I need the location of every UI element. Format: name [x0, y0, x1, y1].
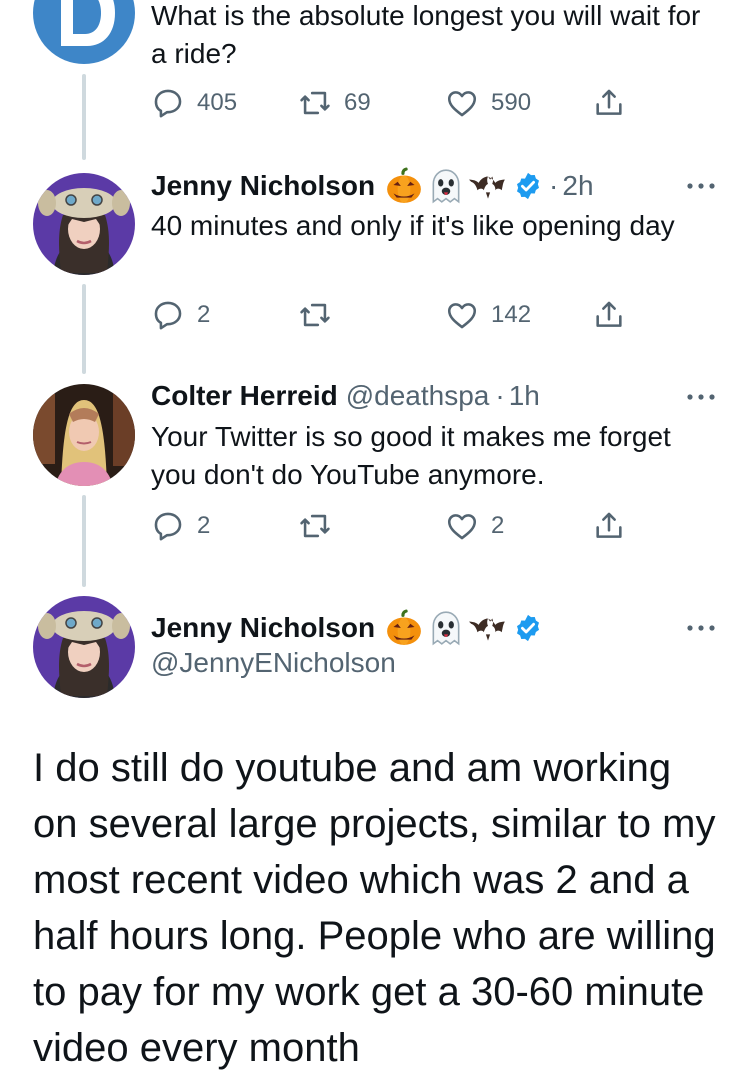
tweet-text: I do still do youtube and am working on …: [33, 746, 716, 1070]
tweet-header: Colter Herreid @deathspa · 1h: [151, 380, 540, 412]
heart-icon: [445, 509, 479, 543]
tweet-text: What is the absolute longest you will wa…: [151, 0, 701, 69]
heart-icon: [445, 86, 479, 120]
tweet-header: Jenny Nicholson: [151, 609, 543, 647]
profile-photo: [33, 384, 135, 486]
avatar[interactable]: [33, 0, 135, 64]
share-button[interactable]: [592, 509, 626, 543]
like-count: 2: [491, 512, 505, 539]
profile-photo: [33, 596, 135, 698]
like-button[interactable]: 590: [445, 86, 531, 120]
reply-icon: [151, 298, 185, 332]
avatar[interactable]: [33, 173, 135, 275]
reply-button[interactable]: 2: [151, 509, 210, 543]
reply-icon: [151, 509, 185, 543]
reply-icon: [151, 86, 185, 120]
retweet-count: 69: [344, 89, 371, 116]
like-button[interactable]: 2: [445, 509, 504, 543]
thread-connector: [82, 74, 86, 160]
user-handle[interactable]: @JennyENicholson: [151, 647, 396, 679]
verified-badge-icon: [513, 613, 543, 643]
avatar[interactable]: [33, 596, 135, 698]
profile-photo: [33, 173, 135, 275]
display-name[interactable]: Jenny Nicholson: [151, 612, 375, 644]
jack-o-lantern-icon: [385, 167, 423, 205]
thread-connector: [82, 495, 86, 587]
retweet-button[interactable]: 69: [298, 86, 371, 120]
retweet-button[interactable]: [298, 298, 344, 332]
retweet-icon: [298, 509, 332, 543]
display-name[interactable]: Jenny Nicholson: [151, 170, 375, 202]
display-name[interactable]: Colter Herreid: [151, 380, 338, 412]
share-icon: [592, 298, 626, 332]
more-options-icon[interactable]: [686, 182, 716, 190]
share-button[interactable]: [592, 86, 626, 120]
share-button[interactable]: [592, 298, 626, 332]
bat-icon: [469, 609, 507, 647]
tweet-time[interactable]: 2h: [562, 170, 593, 202]
retweet-icon: [298, 86, 332, 120]
verified-badge-icon: [513, 171, 543, 201]
heart-icon: [445, 298, 479, 332]
avatar[interactable]: [33, 384, 135, 486]
ghost-icon: [427, 609, 465, 647]
more-options-icon[interactable]: [686, 624, 716, 632]
reply-count: 2: [197, 512, 211, 539]
like-button[interactable]: 142: [445, 298, 531, 332]
thread-connector: [82, 284, 86, 374]
like-count: 142: [491, 301, 532, 328]
share-icon: [592, 509, 626, 543]
jack-o-lantern-icon: [385, 609, 423, 647]
ghost-icon: [427, 167, 465, 205]
separator-dot: ·: [549, 170, 559, 201]
tweet-text: 40 minutes and only if it's like opening…: [151, 210, 675, 241]
retweet-button[interactable]: [298, 509, 344, 543]
reply-button[interactable]: 405: [151, 86, 237, 120]
more-options-icon[interactable]: [686, 393, 716, 401]
reply-count: 405: [197, 89, 238, 116]
handle-row: @JennyENicholson: [151, 647, 396, 679]
tweet-header: Jenny Nicholson · 2h: [151, 167, 594, 205]
like-count: 590: [491, 89, 532, 116]
reply-button[interactable]: 2: [151, 298, 210, 332]
share-icon: [592, 86, 626, 120]
bat-icon: [469, 167, 507, 205]
tweet-time[interactable]: 1h: [509, 380, 540, 412]
reply-count: 2: [197, 301, 211, 328]
newspaper-logo-icon: [33, 0, 135, 64]
user-handle[interactable]: @deathspa: [346, 380, 490, 412]
separator-dot: ·: [495, 380, 505, 411]
tweet-text: Your Twitter is so good it makes me forg…: [151, 421, 671, 490]
retweet-icon: [298, 298, 332, 332]
